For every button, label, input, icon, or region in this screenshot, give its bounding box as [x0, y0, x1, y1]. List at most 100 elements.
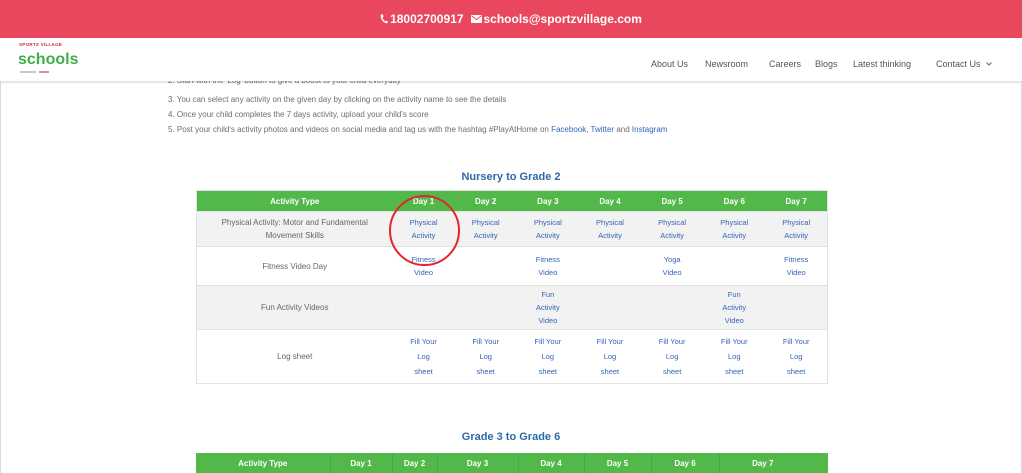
schedule-table-grade-3-6: Activity Type Day 1 Day 2 Day 3 Day 4 Da… — [196, 453, 828, 473]
activity-link[interactable]: Fun Activity Video — [532, 288, 563, 327]
table-row: Physical Activity: Motor and Fundamental… — [196, 211, 828, 247]
activity-type-cell: Log sheet — [196, 329, 393, 384]
nav-contact-us-label: Contact Us — [936, 59, 981, 69]
contact-bar: 18002700917 schools@sportzvillage.com — [0, 0, 1022, 38]
separator-text: and — [614, 125, 632, 134]
activity-link[interactable]: Physical Activity — [781, 216, 812, 242]
column-header-day-7: Day 7 — [765, 190, 828, 212]
log-sheet-link[interactable]: Fill Your Log sheet — [532, 334, 563, 379]
log-sheet-link[interactable]: Fill Your Log sheet — [719, 334, 750, 379]
page: 18002700917 schools@sportzvillage.com SP… — [0, 0, 1022, 473]
day-cell: Fun Activity Video — [516, 285, 579, 330]
email-contact[interactable]: schools@sportzvillage.com — [470, 12, 642, 26]
table-row: Log sheet Fill Your Log sheet Fill Your … — [196, 329, 828, 384]
activity-link[interactable]: Physical Activity — [408, 216, 439, 242]
section-heading-nursery: Nursery to Grade 2 — [461, 171, 561, 183]
day-cell: Physical Activity — [765, 211, 828, 247]
logo[interactable]: SPORTZ VILLAGE schools — [18, 38, 88, 81]
chevron-down-icon — [985, 62, 992, 66]
instruction-item: 4. Once your child completes the 7 days … — [168, 110, 429, 119]
logo-brand: SPORTZ VILLAGE — [19, 42, 63, 47]
phone-icon — [380, 14, 388, 24]
nav-about-us[interactable]: About Us — [651, 58, 688, 70]
day-cell: Fill Your Log sheet — [641, 329, 704, 384]
section-heading-grade-3-6: Grade 3 to Grade 6 — [461, 431, 561, 443]
activity-link[interactable]: Fun Activity Video — [719, 288, 750, 327]
day-cell: Fitness Video — [516, 246, 579, 286]
twitter-link[interactable]: Twitter — [591, 125, 615, 134]
logo-tagline-mark — [20, 71, 60, 73]
column-header-day-6: Day 6 — [651, 453, 720, 473]
activity-link[interactable]: Physical Activity — [594, 216, 625, 242]
activity-link[interactable]: Physical Activity — [657, 216, 688, 242]
day-cell: Physical Activity — [703, 211, 766, 247]
day-cell: Physical Activity — [516, 211, 579, 247]
activity-link[interactable]: Fitness Video — [781, 253, 812, 279]
day-cell-empty — [454, 246, 517, 286]
email-address: schools@sportzvillage.com — [483, 12, 642, 26]
column-header-day-6: Day 6 — [703, 190, 766, 212]
column-header-activity-type: Activity Type — [196, 453, 331, 473]
day-cell: Physical Activity — [578, 211, 642, 247]
instruction-text: 5. Post your child's activity photos and… — [168, 125, 552, 134]
log-sheet-link[interactable]: Fill Your Log sheet — [470, 334, 501, 379]
activity-link[interactable]: Physical Activity — [532, 216, 563, 242]
column-header-activity-type: Activity Type — [196, 190, 393, 212]
nav-careers[interactable]: Careers — [769, 58, 801, 70]
table-row: Fitness Video Day Fitness Video Fitness … — [196, 246, 828, 286]
day-cell-empty — [454, 285, 517, 330]
day-cell: Physical Activity — [454, 211, 517, 247]
day-cell: Fill Your Log sheet — [578, 329, 642, 384]
activity-type-cell: Physical Activity: Motor and Fundamental… — [196, 211, 393, 247]
activity-type-cell: Fun Activity Videos — [196, 285, 393, 330]
column-header-day-4: Day 4 — [518, 453, 585, 473]
instagram-link[interactable]: Instagram — [632, 125, 668, 134]
log-sheet-link[interactable]: Fill Your Log sheet — [781, 334, 812, 379]
day-cell-empty — [392, 285, 455, 330]
day-cell: Physical Activity — [641, 211, 704, 247]
column-header-day-3: Day 3 — [437, 453, 519, 473]
day-cell: Fill Your Log sheet — [454, 329, 517, 384]
column-header-day-3: Day 3 — [516, 190, 579, 212]
day-cell: Fitness Video — [392, 246, 455, 286]
day-cell: Yoga Video — [641, 246, 704, 286]
day-cell-empty — [578, 285, 642, 330]
activity-link[interactable]: Physical Activity — [719, 216, 750, 242]
day-cell: Fill Your Log sheet — [516, 329, 579, 384]
column-header-day-5: Day 5 — [641, 190, 704, 212]
activity-link[interactable]: Yoga Video — [657, 253, 688, 279]
column-header-day-7: Day 7 — [719, 453, 828, 473]
column-header-day-4: Day 4 — [578, 190, 642, 212]
phone-number: 18002700917 — [390, 12, 464, 26]
column-header-day-5: Day 5 — [584, 453, 652, 473]
table-header-row: Activity Type Day 1 Day 2 Day 3 Day 4 Da… — [196, 453, 828, 473]
nav-latest-thinking[interactable]: Latest thinking — [853, 58, 911, 70]
day-cell: Fun Activity Video — [703, 285, 766, 330]
log-sheet-link[interactable]: Fill Your Log sheet — [657, 334, 688, 379]
day-cell: Fitness Video — [765, 246, 828, 286]
nav-contact-us[interactable]: Contact Us — [936, 58, 992, 70]
activity-link[interactable]: Fitness Video — [532, 253, 563, 279]
day-cell-empty — [578, 246, 642, 286]
activity-type-cell: Fitness Video Day — [196, 246, 393, 286]
column-header-day-2: Day 2 — [392, 453, 438, 473]
column-header-day-1: Day 1 — [330, 453, 393, 473]
schedule-table-nursery: Activity Type Day 1 Day 2 Day 3 Day 4 Da… — [196, 190, 828, 384]
table-row: Fun Activity Videos Fun Activity Video F… — [196, 285, 828, 330]
nav-newsroom[interactable]: Newsroom — [705, 58, 748, 70]
facebook-link[interactable]: Facebook — [551, 125, 586, 134]
phone-contact[interactable]: 18002700917 — [380, 12, 464, 26]
instruction-item-social: 5. Post your child's activity photos and… — [168, 122, 667, 137]
log-sheet-link[interactable]: Fill Your Log sheet — [594, 334, 625, 379]
column-header-day-1: Day 1 — [392, 190, 455, 212]
mail-icon — [470, 15, 482, 23]
activity-link[interactable]: Fitness Video — [408, 253, 439, 279]
day-cell: Physical Activity — [392, 211, 455, 247]
day-cell: Fill Your Log sheet — [765, 329, 828, 384]
day-cell: Fill Your Log sheet — [703, 329, 766, 384]
log-sheet-link[interactable]: Fill Your Log sheet — [408, 334, 439, 379]
instruction-item: 3. You can select any activity on the gi… — [168, 95, 507, 104]
main-nav: SPORTZ VILLAGE schools About Us Newsroom… — [0, 38, 1022, 81]
nav-blogs[interactable]: Blogs — [815, 58, 838, 70]
activity-link[interactable]: Physical Activity — [470, 216, 501, 242]
